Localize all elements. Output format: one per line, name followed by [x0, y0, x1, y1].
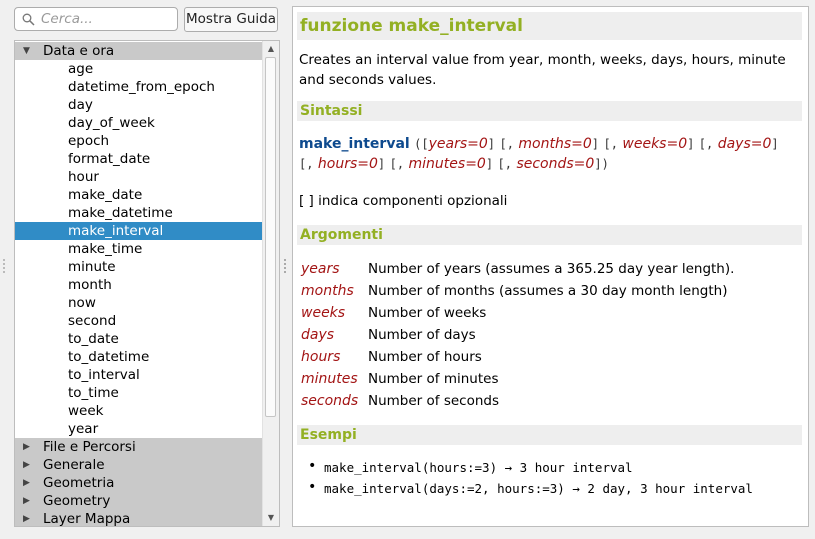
arguments-heading: Argomenti [297, 225, 802, 245]
tree-group-file-e-percorsi[interactable]: ▶ File e Percorsi [15, 438, 263, 456]
expand-right-icon[interactable]: ▶ [23, 474, 35, 492]
tree-group-data-e-ora[interactable]: ▼ Data e ora [15, 42, 263, 60]
scroll-down-icon[interactable]: ▼ [263, 510, 279, 526]
syntax-arg: days=0 [717, 136, 772, 152]
search-field[interactable] [14, 7, 178, 31]
bullet-icon: • [308, 479, 317, 495]
example-item: • make_interval(hours:=3) → 3 hour inter… [308, 458, 633, 475]
pane-splitter-handle[interactable] [284, 259, 286, 273]
scrollbar-thumb[interactable] [265, 57, 276, 417]
tree-item[interactable]: day [15, 96, 263, 114]
tree-item[interactable]: to_date [15, 330, 263, 348]
tree-item[interactable]: now [15, 294, 263, 312]
search-icon [22, 13, 35, 26]
tree-item[interactable]: second [15, 312, 263, 330]
optional-note: [ ] indica componenti opzionali [299, 193, 508, 209]
syntax-arg: seconds=0 [516, 156, 595, 172]
tree-item[interactable]: hour [15, 168, 263, 186]
syntax-arg: years=0 [428, 136, 488, 152]
tree-item[interactable]: format_date [15, 150, 263, 168]
tree-group-generale[interactable]: ▶ Generale [15, 456, 263, 474]
tree-group-layer-mappa[interactable]: ▶ Layer Mappa [15, 510, 263, 527]
search-input[interactable] [41, 10, 171, 28]
tree-group-geometria[interactable]: ▶ Geometria [15, 474, 263, 492]
expand-right-icon[interactable]: ▶ [23, 510, 35, 526]
show-help-button[interactable]: Mostra Guida [184, 7, 278, 32]
tree-group-label: File e Percorsi [43, 439, 136, 455]
function-tree: ▼ Data e ora age datetime_from_epoch day… [14, 40, 280, 527]
tree-item[interactable]: datetime_from_epoch [15, 78, 263, 96]
tree-group-label: Geometria [43, 475, 115, 491]
example-item: • make_interval(days:=2, hours:=3) → 2 d… [308, 479, 753, 496]
tree-item[interactable]: to_datetime [15, 348, 263, 366]
syntax-heading: Sintassi [297, 101, 802, 121]
bullet-icon: • [308, 458, 317, 474]
tree-group-label: Layer Mappa [43, 511, 131, 527]
tree-item-selected[interactable]: make_interval [15, 222, 263, 240]
tree-item[interactable]: age [15, 60, 263, 78]
tree-group-label: Data e ora [43, 43, 115, 59]
tree-scrollbar[interactable]: ▲ ▼ [262, 41, 279, 526]
expand-right-icon[interactable]: ▶ [23, 438, 35, 456]
expand-right-icon[interactable]: ▶ [23, 456, 35, 474]
tree-group-label: Geometry [43, 493, 111, 509]
syntax-arg: minutes=0 [408, 156, 486, 172]
syntax-arg: hours=0 [317, 156, 378, 172]
tree-group-geometry[interactable]: ▶ Geometry [15, 492, 263, 510]
expand-down-icon[interactable]: ▼ [23, 42, 35, 60]
syntax-function-name: make_interval [299, 136, 410, 152]
tree-item[interactable]: make_date [15, 186, 263, 204]
expand-right-icon[interactable]: ▶ [23, 492, 35, 510]
tree-item[interactable]: to_time [15, 384, 263, 402]
tree-item[interactable]: make_datetime [15, 204, 263, 222]
help-panel: funzione make_interval Creates an interv… [292, 6, 809, 527]
examples-list: • make_interval(hours:=3) → 3 hour inter… [308, 458, 791, 497]
syntax-arg: months=0 [518, 136, 592, 152]
tree-item[interactable]: year [15, 420, 263, 438]
help-title: funzione make_interval [297, 12, 802, 40]
left-splitter-handle[interactable] [3, 259, 5, 273]
tree-item[interactable]: minute [15, 258, 263, 276]
tree-item[interactable]: month [15, 276, 263, 294]
tree-group-label: Generale [43, 457, 105, 473]
tree-item[interactable]: epoch [15, 132, 263, 150]
scroll-up-icon[interactable]: ▲ [263, 41, 279, 57]
tree-item[interactable]: make_time [15, 240, 263, 258]
examples-heading: Esempi [297, 425, 802, 445]
syntax-block: make_interval ([years=0] [, months=0] [,… [299, 136, 779, 172]
help-description: Creates an interval value from year, mon… [299, 52, 786, 88]
tree-item[interactable]: to_interval [15, 366, 263, 384]
tree-item[interactable]: week [15, 402, 263, 420]
syntax-arg: weeks=0 [622, 136, 688, 152]
tree-item[interactable]: day_of_week [15, 114, 263, 132]
